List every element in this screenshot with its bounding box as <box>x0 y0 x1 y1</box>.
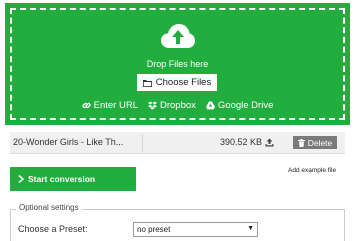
start-conversion-label: Start conversion <box>28 174 96 184</box>
dropdown-arrow-icon: ▼ <box>247 225 254 232</box>
trash-icon <box>297 138 305 147</box>
delete-label: Delete <box>307 137 333 148</box>
dropbox-label: Dropbox <box>159 99 196 111</box>
upload-sources: Enter URL Dropbox Google Drive <box>5 99 350 111</box>
dropbox-link[interactable]: Dropbox <box>147 99 196 111</box>
enter-url-label: Enter URL <box>93 99 138 111</box>
choose-files-button[interactable]: Choose Files <box>137 74 217 91</box>
preset-selected-value: no preset <box>137 225 171 234</box>
drop-zone[interactable]: Drop Files here Choose Files Enter URL D… <box>5 3 350 125</box>
cloud-upload-icon <box>161 24 195 48</box>
google-drive-icon <box>205 100 215 109</box>
add-example-file-link[interactable]: Add example file <box>288 167 336 174</box>
file-size-group: 390.52 KB <box>220 137 274 147</box>
file-row-divider <box>142 134 143 152</box>
start-conversion-button[interactable]: Start conversion <box>10 167 136 191</box>
google-drive-link[interactable]: Google Drive <box>205 99 274 111</box>
delete-button[interactable]: Delete <box>293 136 337 149</box>
file-list-item: 20-Wonder Girls - Like Th... 390.52 KB D… <box>10 132 345 154</box>
preset-label: Choose a Preset: <box>18 224 88 234</box>
google-drive-label: Google Drive <box>217 99 274 111</box>
folder-icon <box>142 79 152 87</box>
enter-url-link[interactable]: Enter URL <box>81 99 138 111</box>
file-size: 390.52 KB <box>220 137 263 147</box>
optional-settings-legend: Optional settings <box>16 203 82 212</box>
upload-icon <box>265 138 274 146</box>
link-icon <box>81 102 91 108</box>
file-name: 20-Wonder Girls - Like Th... <box>13 137 124 147</box>
preset-select[interactable]: no preset ▼ <box>133 222 258 237</box>
choose-files-label: Choose Files <box>155 77 212 88</box>
chevron-right-icon <box>18 175 24 183</box>
dropbox-icon <box>147 100 157 110</box>
drop-files-text: Drop Files here <box>146 59 209 69</box>
